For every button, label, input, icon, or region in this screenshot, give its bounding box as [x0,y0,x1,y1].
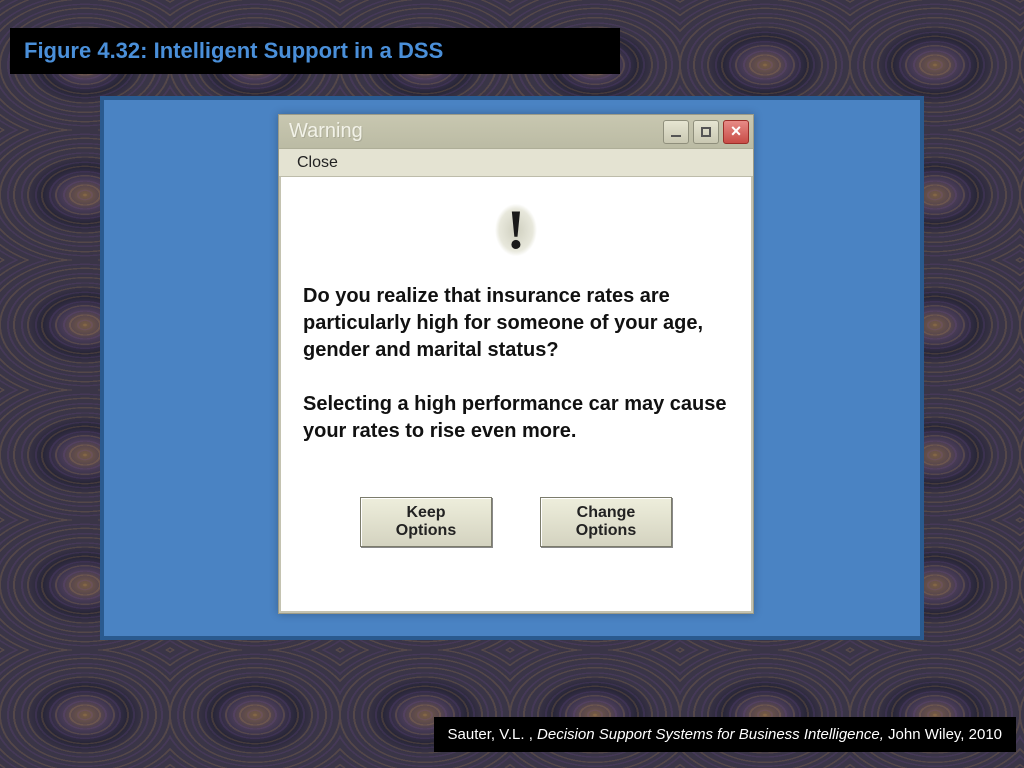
warning-icon: ! [488,195,544,265]
warning-message: Do you realize that insurance rates are … [299,277,733,445]
window-controls: × [663,120,749,144]
dialog-menubar: Close [279,149,753,177]
citation-title: Decision Support Systems for Business In… [537,726,888,743]
dialog-content: ! Do you realize that insurance rates ar… [279,177,753,613]
minimize-icon [671,135,681,137]
dialog-title: Warning [289,120,363,143]
close-icon: × [731,121,742,142]
citation-author: Sauter, V.L. , [448,726,538,743]
figure-caption: Figure 4.32: Intelligent Support in a DS… [10,28,620,74]
dialog-button-row: Keep Options Change Options [360,497,672,547]
maximize-icon [701,127,711,137]
citation-footer: Sauter, V.L. , Decision Support Systems … [434,717,1016,752]
keep-options-button[interactable]: Keep Options [360,497,492,547]
minimize-button[interactable] [663,120,689,144]
citation-publisher: John Wiley, 2010 [888,726,1002,743]
menu-item-close[interactable]: Close [289,152,346,174]
warning-dialog: Warning × Close ! Do you realize that in… [278,114,754,614]
slide-frame: Warning × Close ! Do you realize that in… [100,96,924,640]
exclamation-icon: ! [507,202,526,258]
change-options-button[interactable]: Change Options [540,497,672,547]
close-window-button[interactable]: × [723,120,749,144]
maximize-button[interactable] [693,120,719,144]
dialog-titlebar: Warning × [279,115,753,149]
